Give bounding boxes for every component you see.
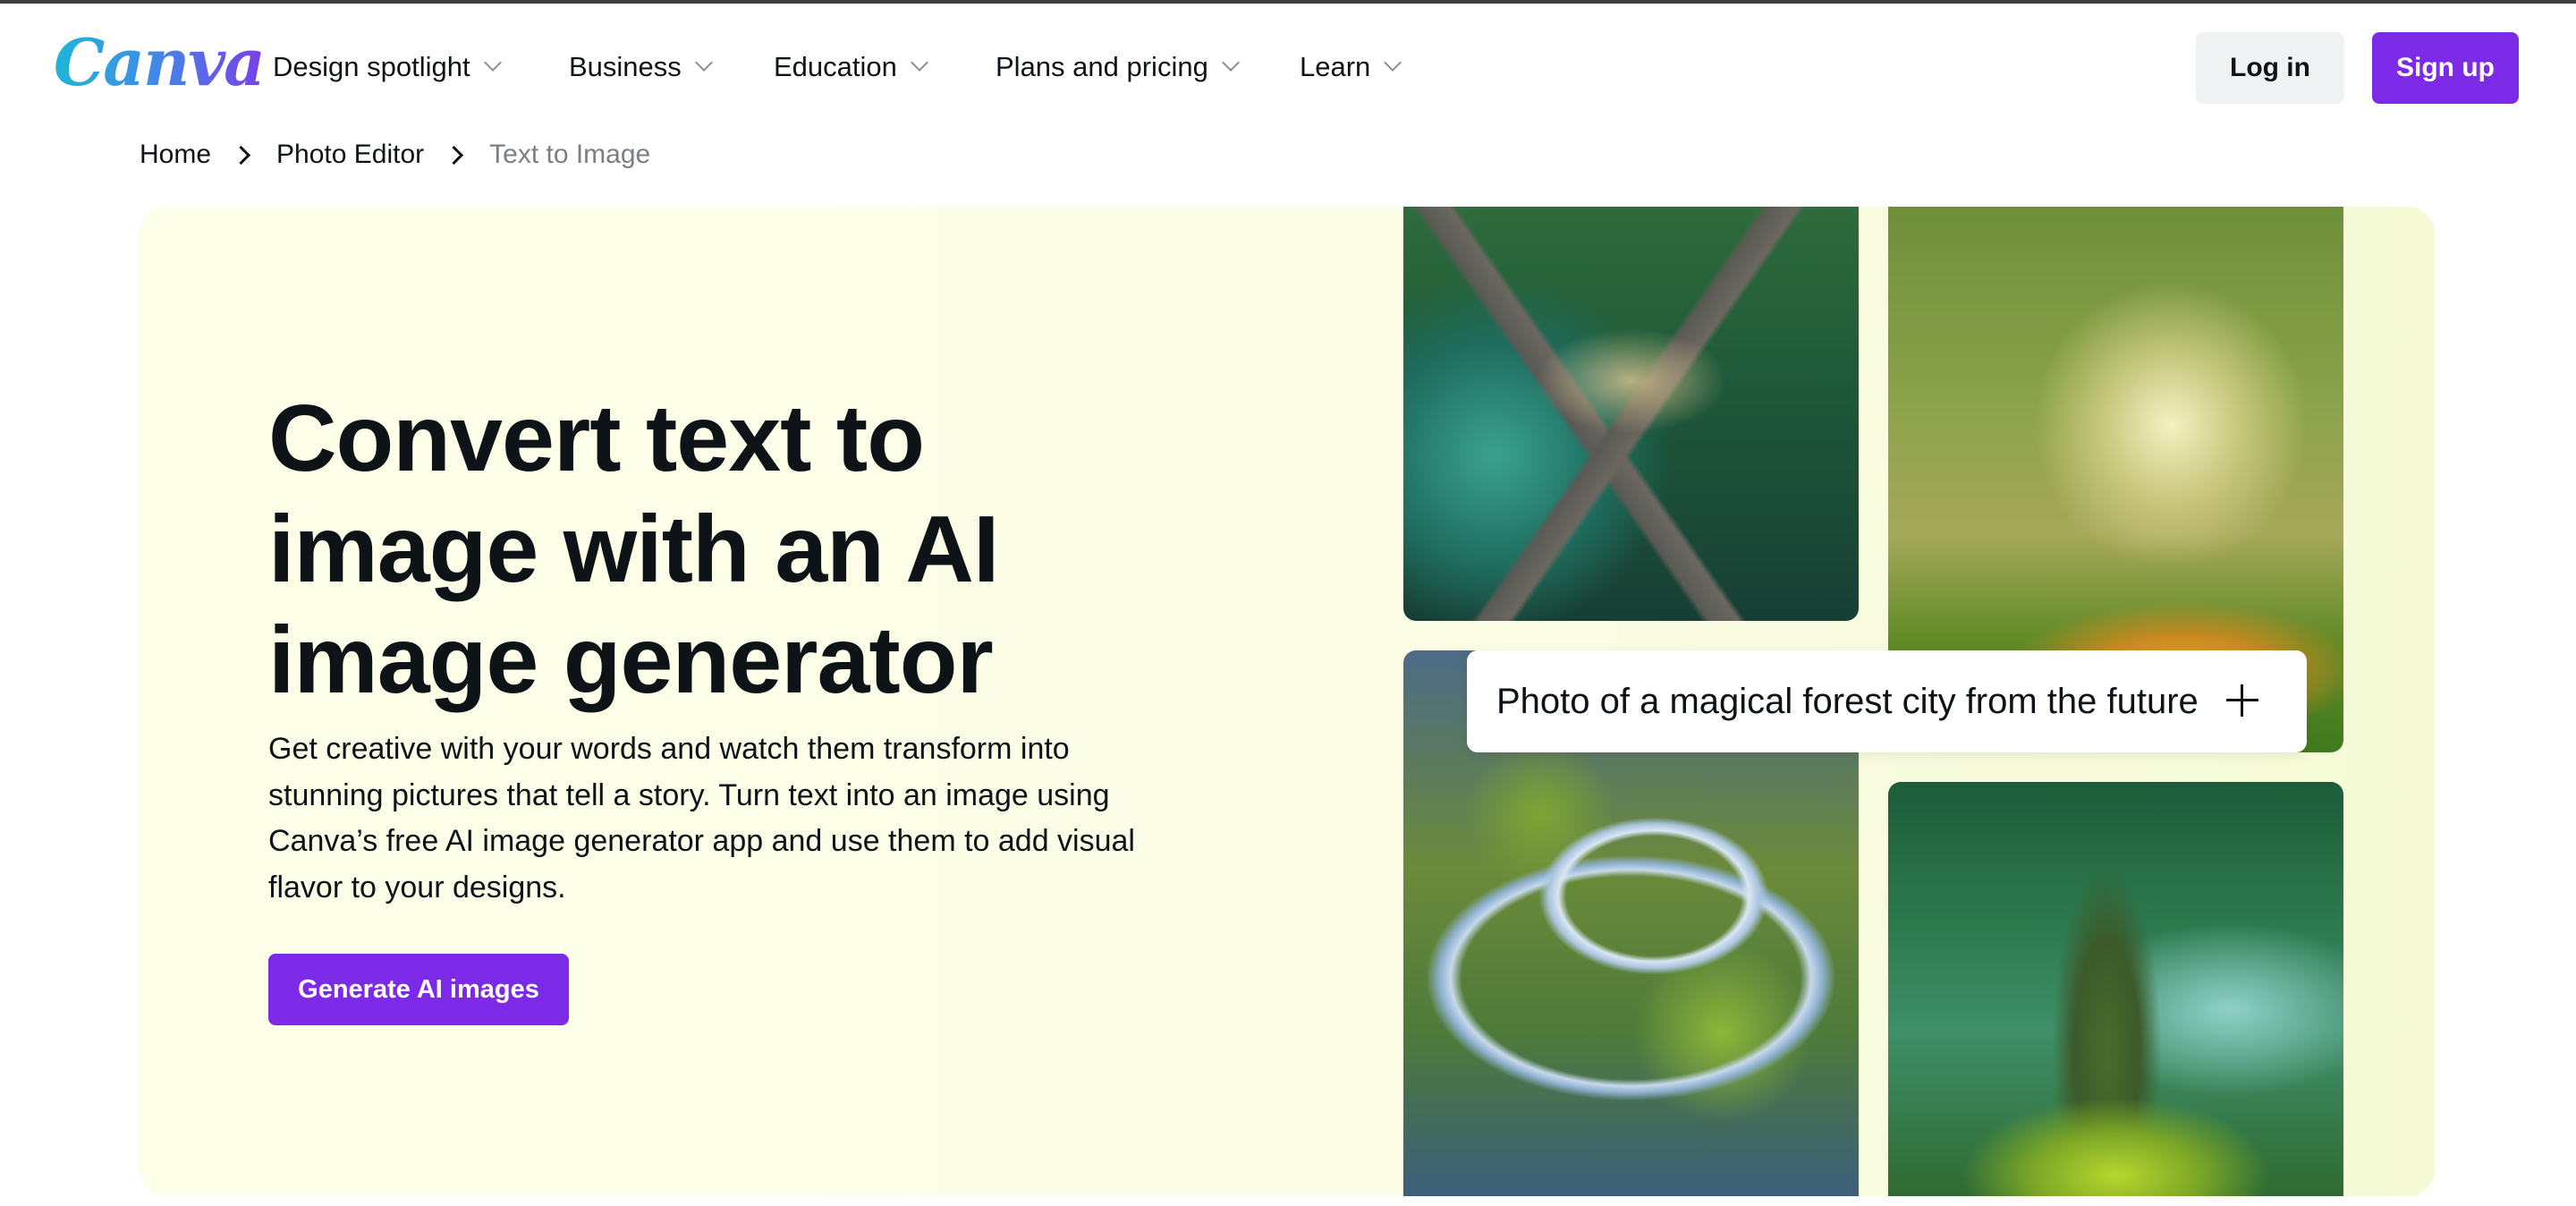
hero-description: Get creative with your words and watch t… — [268, 726, 1181, 911]
prompt-example-box: Photo of a magical forest city from the … — [1467, 650, 2307, 752]
breadcrumb-photo-editor[interactable]: Photo Editor — [276, 140, 424, 170]
chevron-right-icon — [231, 145, 251, 165]
nav-business[interactable]: Business — [569, 47, 713, 88]
nav-label: Business — [569, 51, 682, 82]
nav-education[interactable]: Education — [774, 47, 928, 88]
signup-button[interactable]: Sign up — [2372, 32, 2519, 104]
window-top-border — [0, 0, 2576, 4]
login-button[interactable]: Log in — [2196, 32, 2344, 104]
nav-label: Learn — [1300, 51, 1371, 82]
nav-label: Education — [774, 51, 897, 82]
canva-logo[interactable]: Canva — [54, 27, 266, 98]
description-line: flavor to your designs. — [268, 870, 566, 904]
page-title: Convert text to image with an AI image g… — [268, 383, 1252, 716]
nav-label: Design spotlight — [273, 51, 470, 82]
chevron-down-icon — [1221, 54, 1240, 72]
plus-icon — [2226, 684, 2258, 717]
description-line: Get creative with your words and watch t… — [268, 732, 1070, 766]
description-line: Canva’s free AI image generator app and … — [268, 824, 1135, 858]
breadcrumb: Home Photo Editor Text to Image — [140, 134, 650, 175]
giant-tree-forest-image — [1888, 782, 2343, 1196]
headline-line: image generator — [268, 607, 994, 713]
chevron-down-icon — [483, 54, 502, 72]
prompt-text: Photo of a magical forest city from the … — [1496, 681, 2199, 721]
description-line: stunning pictures that tell a story. Tur… — [268, 777, 1110, 812]
generate-ai-images-button[interactable]: Generate AI images — [268, 954, 569, 1025]
nav-learn[interactable]: Learn — [1300, 47, 1402, 88]
forest-city-aerial-image — [1403, 207, 1859, 621]
nav-plans-and-pricing[interactable]: Plans and pricing — [996, 47, 1240, 88]
chevron-down-icon — [1384, 54, 1402, 72]
chevron-right-icon — [445, 145, 464, 165]
breadcrumb-current-page: Text to Image — [489, 140, 651, 169]
chevron-down-icon — [694, 54, 713, 72]
nav-design-spotlight[interactable]: Design spotlight — [273, 47, 502, 88]
headline-line: Convert text to — [268, 386, 925, 491]
breadcrumb-home[interactable]: Home — [140, 140, 211, 170]
nav-label: Plans and pricing — [996, 51, 1208, 82]
chevron-down-icon — [910, 54, 928, 72]
headline-line: image with an AI — [268, 497, 999, 602]
